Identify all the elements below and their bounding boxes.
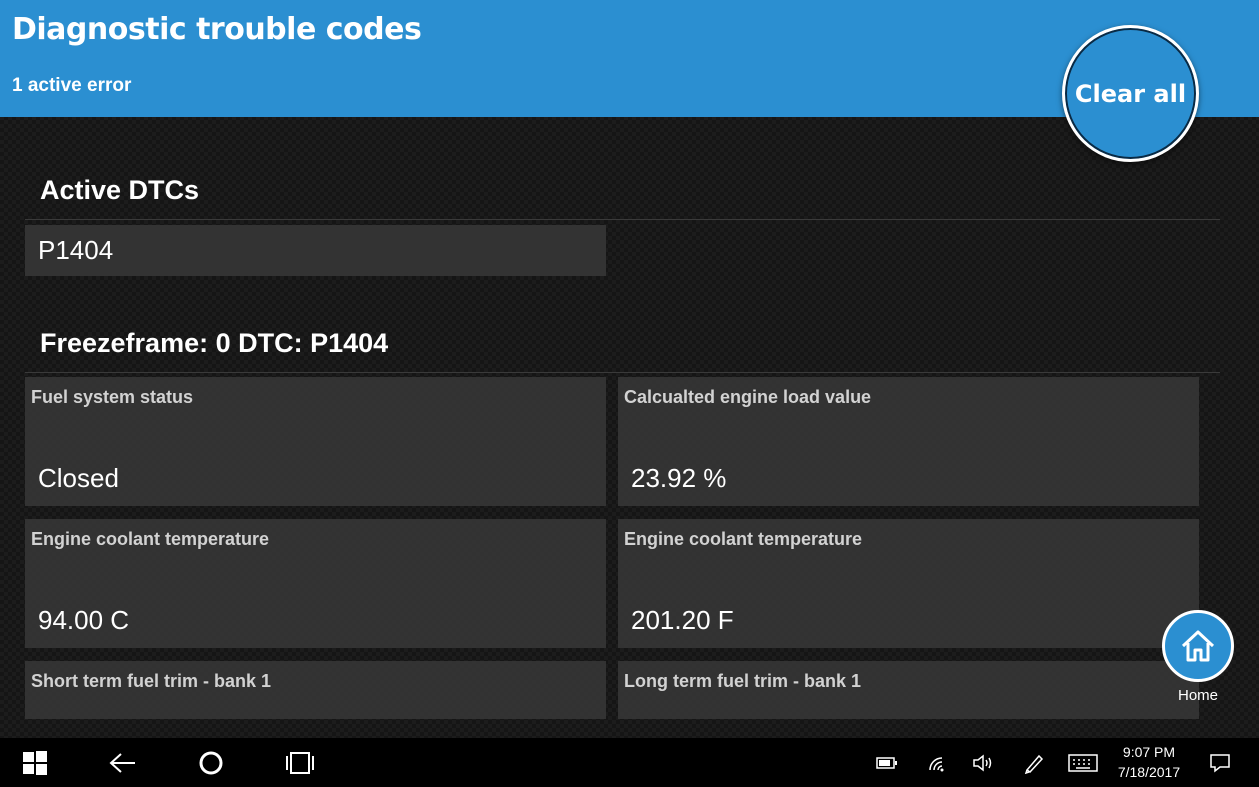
tile-value: Closed [38, 463, 119, 493]
taskbar: 9:07 PM 7/18/2017 [0, 738, 1259, 787]
notification-icon[interactable] [1205, 738, 1235, 787]
task-view-icon[interactable] [275, 738, 325, 787]
active-error-count: 1 active error [12, 75, 132, 96]
page-title: Diagnostic trouble codes [12, 12, 422, 47]
taskbar-clock[interactable]: 9:07 PM 7/18/2017 [1108, 742, 1190, 782]
freeze-tile-short-term-fuel-trim: Short term fuel trim - bank 1 [25, 661, 606, 719]
tile-label: Long term fuel trim - bank 1 [624, 671, 862, 691]
dtc-code: P1404 [38, 235, 114, 265]
divider [25, 219, 1220, 220]
tile-value: 94.00 C [38, 605, 130, 635]
app-window: Diagnostic trouble codes 1 active error … [0, 0, 1259, 738]
dtc-list-item[interactable]: P1404 [25, 225, 606, 276]
clock-time: 9:07 PM [1122, 744, 1176, 760]
freeze-tile-engine-load: Calcualted engine load value 23.92 % [618, 377, 1199, 506]
windows-start-icon[interactable] [10, 738, 60, 787]
home-label: Home [1177, 687, 1218, 704]
tile-label: Engine coolant temperature [31, 529, 270, 549]
pen-icon[interactable] [1019, 738, 1049, 787]
home-button[interactable] [1162, 610, 1234, 682]
tile-label: Calcualted engine load value [624, 387, 872, 407]
tile-label: Fuel system status [31, 387, 194, 407]
freeze-tile-fuel-system-status: Fuel system status Closed [25, 377, 606, 506]
clear-all-button[interactable]: Clear all [1062, 25, 1199, 162]
freezeframe-heading: Freezeframe: 0 DTC: P1404 [40, 328, 389, 358]
battery-icon[interactable] [872, 738, 902, 787]
tile-value: 201.20 F [631, 605, 734, 635]
clock-date: 7/18/2017 [1117, 764, 1181, 780]
cortana-circle-icon[interactable] [186, 738, 236, 787]
active-dtcs-heading: Active DTCs [40, 175, 200, 205]
tile-label: Engine coolant temperature [624, 529, 863, 549]
tile-label: Short term fuel trim - bank 1 [31, 671, 272, 691]
freeze-tile-long-term-fuel-trim: Long term fuel trim - bank 1 [618, 661, 1199, 719]
wifi-icon[interactable] [922, 738, 952, 787]
tile-value: 23.92 % [631, 463, 727, 493]
home-icon [1181, 630, 1215, 662]
freeze-tile-coolant-temp-c: Engine coolant temperature 94.00 C [25, 519, 606, 648]
keyboard-icon[interactable] [1066, 738, 1100, 787]
volume-icon[interactable] [969, 738, 999, 787]
divider [25, 372, 1220, 373]
back-arrow-icon[interactable] [98, 738, 148, 787]
freeze-tile-coolant-temp-f: Engine coolant temperature 201.20 F [618, 519, 1199, 648]
